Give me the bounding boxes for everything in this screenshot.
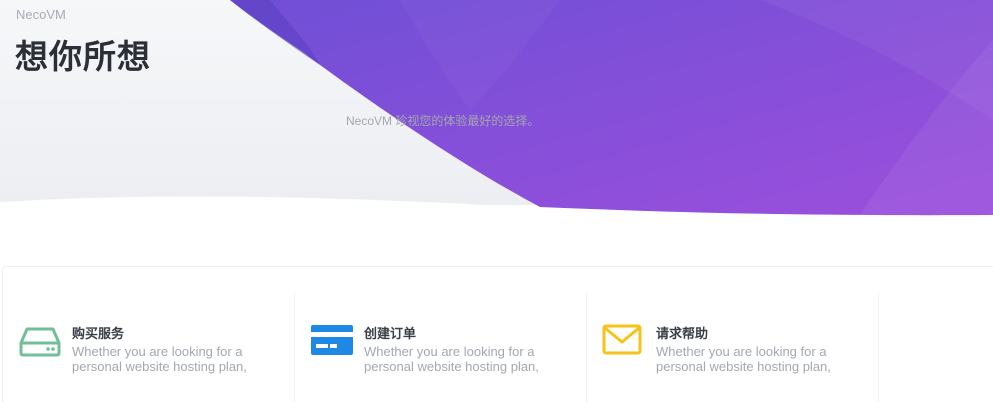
card-title: 购买服务: [72, 327, 125, 342]
card-description: Whether you are looking for a personal w…: [656, 344, 856, 374]
card-create-order[interactable]: 创建订单 Whether you are looking for a perso…: [295, 267, 587, 402]
card-divider: [878, 293, 879, 402]
card-description-line: personal website hosting plan,: [72, 359, 247, 374]
card-description-line: Whether you are looking for a: [364, 344, 535, 359]
mail-icon: [602, 324, 642, 355]
hero-tagline: NecoVM 珍视您的体验最好的选择。: [346, 114, 540, 128]
server-icon: [19, 327, 61, 357]
card-buy-service[interactable]: 购买服务 Whether you are looking for a perso…: [3, 267, 295, 402]
feature-cards: 购买服务 Whether you are looking for a perso…: [2, 266, 993, 402]
card-description-line: personal website hosting plan,: [656, 359, 831, 374]
credit-card-icon: [311, 325, 353, 355]
card-description: Whether you are looking for a personal w…: [72, 344, 272, 374]
card-title: 请求帮助: [656, 327, 709, 342]
page-title: 想你所想: [15, 37, 151, 76]
card-description-line: Whether you are looking for a: [72, 344, 243, 359]
card-description-line: Whether you are looking for a: [656, 344, 827, 359]
hero-banner: NecoVM 想你所想 NecoVM 珍视您的体验最好的选择。: [0, 0, 993, 240]
card-description-line: personal website hosting plan,: [364, 359, 539, 374]
brand-name[interactable]: NecoVM: [16, 7, 66, 22]
card-description: Whether you are looking for a personal w…: [364, 344, 564, 374]
card-title: 创建订单: [364, 327, 417, 342]
card-request-help[interactable]: 请求帮助 Whether you are looking for a perso…: [587, 267, 879, 402]
